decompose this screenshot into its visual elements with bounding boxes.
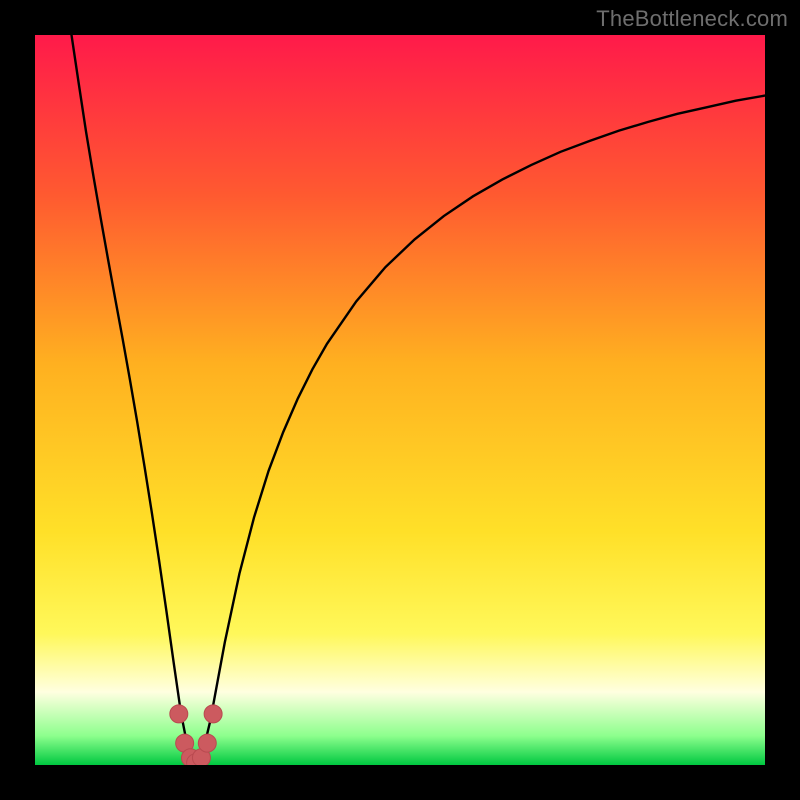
chart-svg (35, 35, 765, 765)
marker-point (170, 705, 188, 723)
marker-point (198, 734, 216, 752)
plot-area (35, 35, 765, 765)
gradient-background (35, 35, 765, 765)
watermark-text: TheBottleneck.com (596, 6, 788, 32)
outer-frame: TheBottleneck.com (0, 0, 800, 800)
marker-point (204, 705, 222, 723)
